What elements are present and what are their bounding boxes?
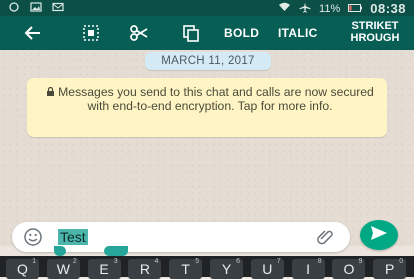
- key-label: W: [56, 261, 70, 277]
- strikethrough-button[interactable]: STRIKET HROUGH: [338, 20, 412, 44]
- key-hint: 5: [195, 258, 200, 265]
- send-button[interactable]: [360, 220, 398, 250]
- encryption-notice-body: Messages you send to this chat and calls…: [41, 85, 379, 113]
- clock: 08:38: [370, 1, 406, 16]
- battery-percent: 11%: [319, 2, 341, 15]
- key-u[interactable]: U7: [250, 258, 284, 279]
- scissors-icon[interactable]: [128, 22, 150, 44]
- key-t[interactable]: T5: [169, 258, 203, 279]
- key-label: U: [262, 261, 273, 277]
- selection-handle-end[interactable]: [104, 246, 128, 256]
- message-input[interactable]: Test: [58, 228, 308, 246]
- message-composer[interactable]: Test: [12, 222, 350, 256]
- key-r[interactable]: R4: [128, 258, 162, 279]
- key-label: P: [385, 261, 395, 277]
- key-hint: 2: [72, 258, 77, 265]
- key-hint: 8: [317, 258, 322, 265]
- send-icon: [370, 225, 388, 246]
- strikethrough-label-line1: STRIKET: [351, 20, 399, 32]
- text-selection-action-bar: BOLD ITALIC STRIKET HROUGH: [0, 16, 414, 50]
- encryption-notice-text: Messages you send to this chat and calls…: [58, 85, 374, 113]
- key-hint: 7: [276, 258, 281, 265]
- strikethrough-label-line2: HROUGH: [350, 32, 400, 44]
- selection-handle-start[interactable]: [54, 246, 66, 256]
- chat-area[interactable]: MARCH 11, 2017 Messages you send to this…: [0, 50, 414, 246]
- notification-icons: [8, 2, 64, 12]
- copy-icon[interactable]: [180, 22, 202, 44]
- key-label: Q: [17, 261, 28, 277]
- key-o[interactable]: O9: [332, 258, 366, 279]
- key-y[interactable]: Y6: [210, 258, 243, 279]
- arrow-left-icon[interactable]: [22, 22, 44, 44]
- key-label: I: [306, 261, 311, 277]
- bold-button[interactable]: BOLD: [224, 26, 259, 40]
- key-hint: 3: [113, 258, 118, 265]
- date-chip: MARCH 11, 2017: [145, 52, 271, 70]
- selected-text[interactable]: Test: [58, 229, 88, 245]
- key-hint: 4: [154, 258, 159, 265]
- key-w[interactable]: W2: [46, 258, 80, 279]
- key-hint: 6: [236, 258, 240, 265]
- key-e[interactable]: E3: [87, 258, 121, 279]
- key-q[interactable]: Q1: [6, 258, 39, 279]
- lock-icon: [46, 85, 55, 96]
- key-label: R: [139, 261, 150, 277]
- airplane-mode-icon: [299, 2, 311, 16]
- system-status: 11% 08:38: [278, 1, 406, 16]
- key-label: T: [181, 261, 190, 277]
- status-bar: 11% 08:38: [0, 0, 414, 16]
- key-i[interactable]: I8: [291, 258, 325, 279]
- paperclip-icon[interactable]: [317, 229, 335, 245]
- key-p[interactable]: P0: [373, 258, 407, 279]
- emoji-icon[interactable]: [24, 228, 42, 246]
- whatsapp-notification-icon: [8, 2, 20, 12]
- key-hint: 1: [32, 258, 36, 265]
- key-label: E: [99, 261, 109, 277]
- wifi-icon: [278, 2, 291, 15]
- italic-button[interactable]: ITALIC: [278, 26, 318, 40]
- select-all-icon[interactable]: [80, 22, 102, 44]
- keyboard: Q1W2E3R4T5Y6U7I8O9P0: [0, 256, 414, 279]
- key-hint: 9: [358, 258, 363, 265]
- key-label: O: [343, 261, 355, 277]
- image-notification-icon: [30, 2, 42, 12]
- key-label: Y: [221, 261, 232, 277]
- key-hint: 0: [399, 258, 404, 265]
- email-notification-icon: [52, 2, 64, 12]
- encryption-notice[interactable]: Messages you send to this chat and calls…: [27, 78, 387, 137]
- battery-icon: [348, 3, 363, 15]
